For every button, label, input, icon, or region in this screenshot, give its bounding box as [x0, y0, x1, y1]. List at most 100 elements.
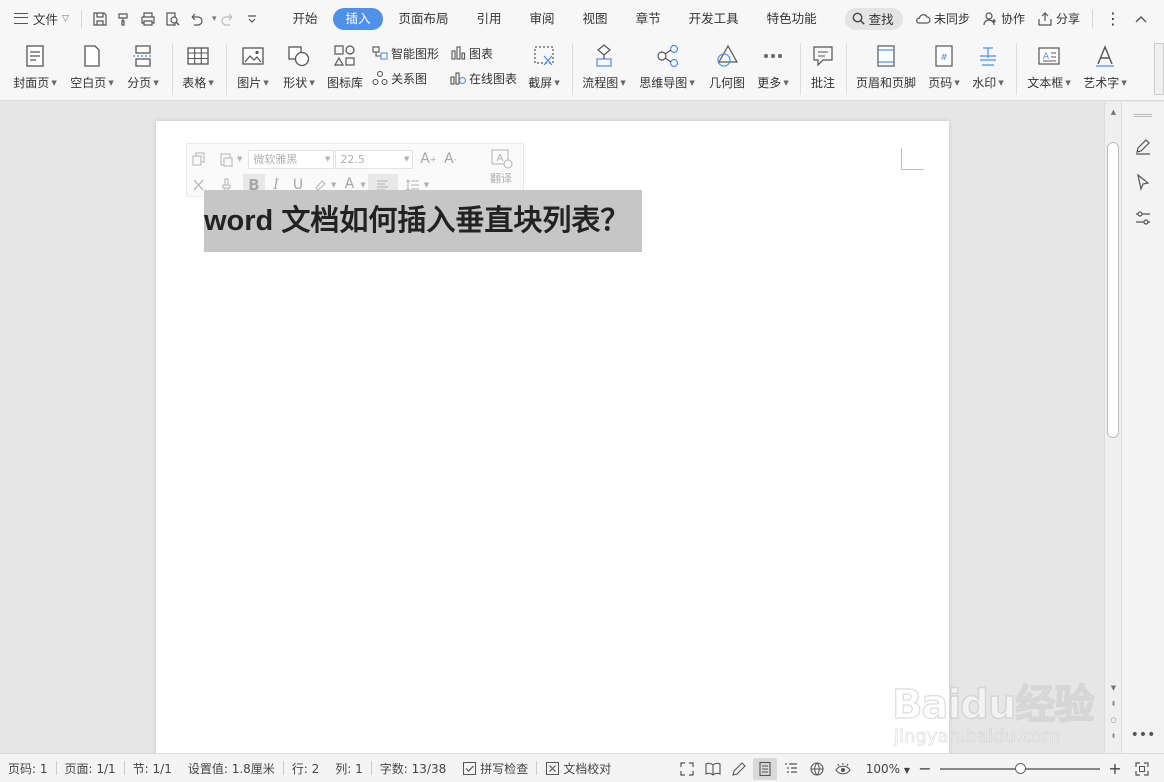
mindmap-button[interactable]: 思维导图 ▼ — [636, 37, 698, 101]
online-chart-label: 在线图表 — [469, 71, 518, 86]
page-number-button[interactable]: # 页码 ▼ — [924, 37, 964, 101]
search-label: 查找 — [868, 12, 894, 27]
print-icon[interactable] — [136, 6, 160, 32]
tab-0[interactable]: 开始 — [280, 8, 329, 30]
scroll-up-arrow[interactable]: ▲ — [1105, 106, 1122, 118]
cover-page-button[interactable]: 封面页 ▼ — [8, 37, 62, 101]
blank-page-button[interactable]: 空白页 ▼ — [66, 37, 118, 101]
chart-button[interactable]: 图表 — [450, 43, 493, 63]
tab-1[interactable]: 插入 — [333, 7, 383, 30]
textbox-button[interactable]: A 文本框 ▼ — [1024, 37, 1074, 101]
collab-button[interactable]: 协作 — [982, 10, 1025, 27]
tab-2[interactable]: 页面布局 — [387, 8, 461, 30]
more-options-icon[interactable]: ⋮ — [1105, 9, 1121, 28]
zoom-out-button[interactable]: − — [916, 759, 934, 778]
page-number-icon: # — [930, 42, 958, 70]
icon-library-label: 图标库 — [326, 76, 363, 90]
document-heading[interactable]: word 文档如何插入垂直块列表？ — [204, 190, 643, 252]
font-size-field[interactable]: 22.5 ▼ — [335, 149, 414, 169]
comment-button[interactable]: 批注 — [806, 37, 840, 101]
shape-button[interactable]: 形状 ▼ — [278, 37, 320, 101]
tab-7[interactable]: 开发工具 — [677, 8, 751, 30]
screenshot-button[interactable]: 截屏 ▼ — [524, 37, 564, 101]
smartart-button[interactable]: 智能图形 — [372, 43, 439, 63]
wordart-button[interactable]: 艺术字 ▼ — [1080, 37, 1130, 101]
vertical-scrollbar[interactable]: ▲ ▼ ⇞ ○ ⇟ — [1104, 102, 1121, 753]
divider — [226, 43, 227, 95]
outline-view-icon[interactable] — [779, 758, 803, 780]
print-preview-icon[interactable] — [160, 6, 184, 32]
tab-5[interactable]: 视图 — [571, 8, 620, 30]
more-insert-button[interactable]: 更多 ▼ — [754, 37, 792, 101]
ribbon-scroll-right[interactable] — [1154, 43, 1164, 95]
proofread-button[interactable]: 文档校对 — [537, 754, 619, 782]
undo-icon[interactable] — [184, 6, 208, 32]
zoom-level[interactable]: 100% ▼ — [866, 762, 910, 776]
status-page[interactable]: 页面: 1/1 — [57, 754, 124, 782]
ribbon-tabs: 开始 插入 页面布局 引用 审阅 视图 章节 开发工具 特色功能 — [280, 7, 832, 30]
watermark-button[interactable]: 水印 ▼ — [968, 37, 1008, 101]
redo-icon[interactable] — [216, 6, 240, 32]
comment-label: 批注 — [810, 76, 835, 90]
collapse-ribbon-icon[interactable] — [1133, 11, 1152, 27]
settings-sliders-icon[interactable] — [1132, 207, 1154, 229]
tab-6[interactable]: 章节 — [624, 8, 673, 30]
prev-page-icon[interactable]: ⇞ — [1105, 698, 1122, 710]
browse-object-icon[interactable]: ○ — [1105, 714, 1122, 726]
file-menu-button[interactable]: 文件 ▽ — [0, 6, 75, 32]
page-view-icon[interactable] — [752, 757, 777, 780]
spellcheck-button[interactable]: 拼写检查 — [454, 754, 536, 782]
translate-button[interactable]: A 翻译 — [485, 148, 517, 192]
status-setting[interactable]: 设置值: 1.8厘米 — [180, 754, 283, 782]
sync-button[interactable]: 未同步 — [915, 10, 970, 27]
fit-window-icon[interactable] — [1130, 758, 1154, 780]
web-view-icon[interactable] — [805, 758, 829, 780]
cover-page-label: 封面页 — [13, 76, 50, 90]
page-number-label: 页码 — [928, 76, 953, 90]
select-cursor-icon[interactable] — [1132, 171, 1154, 193]
tab-8[interactable]: 特色功能 — [755, 8, 829, 30]
search-button[interactable]: 查找 — [844, 7, 903, 30]
flowchart-button[interactable]: 流程图 ▼ — [578, 37, 630, 101]
geometry-button[interactable]: 几何图 — [704, 37, 750, 101]
reading-mode-icon[interactable] — [701, 758, 725, 780]
tab-4[interactable]: 审阅 — [518, 8, 567, 30]
status-wordcount[interactable]: 字数: 13/38 — [372, 754, 454, 782]
more-options-icon[interactable]: ••• — [1131, 724, 1156, 746]
relation-chart-button[interactable]: 关系图 — [372, 68, 427, 88]
online-chart-button[interactable]: 在线图表 — [450, 68, 517, 88]
status-row[interactable]: 行: 2 — [284, 754, 328, 782]
scroll-thumb[interactable] — [1107, 142, 1119, 438]
increase-font-size-icon[interactable]: A + — [417, 148, 439, 170]
customize-toolbar-icon[interactable] — [240, 6, 264, 32]
status-section[interactable]: 节: 1/1 — [125, 754, 180, 782]
scroll-down-arrow[interactable]: ▼ — [1105, 682, 1122, 694]
zoom-slider-handle[interactable] — [1014, 762, 1026, 774]
font-name-field[interactable]: 微软雅黑 ▼ — [248, 149, 335, 169]
picture-button[interactable]: 图片 ▼ — [232, 37, 274, 101]
eye-protection-icon[interactable] — [831, 758, 855, 780]
edit-mode-icon[interactable] — [727, 758, 751, 780]
icon-library-button[interactable]: 图标库 — [324, 37, 366, 101]
paste-icon[interactable] — [215, 148, 237, 170]
tab-3[interactable]: 引用 — [465, 8, 514, 30]
document-page[interactable]: ▼ 微软雅黑 ▼ 22.5 ▼ A + A- B I U ▼ A ▼ ▼ A 翻… — [156, 121, 949, 753]
copy-icon[interactable] — [187, 148, 209, 170]
next-page-icon[interactable]: ⇟ — [1105, 730, 1122, 742]
zoom-in-button[interactable]: + — [1106, 759, 1124, 778]
page-break-button[interactable]: 分页 ▼ — [122, 37, 164, 101]
share-button[interactable]: 分享 — [1037, 10, 1080, 27]
status-page-code[interactable]: 页码: 1 — [0, 754, 56, 782]
zoom-slider[interactable] — [940, 762, 1100, 774]
decrease-font-size-icon[interactable]: A- — [439, 148, 461, 170]
margin-corner-mark — [901, 148, 924, 170]
status-col[interactable]: 列: 1 — [327, 754, 371, 782]
header-footer-icon — [872, 42, 900, 70]
pen-icon[interactable] — [1132, 135, 1154, 157]
mindmap-label: 思维导图 — [639, 76, 688, 90]
format-painter-icon[interactable] — [112, 6, 136, 32]
fullscreen-icon[interactable] — [675, 758, 699, 780]
save-icon[interactable] — [88, 6, 112, 32]
table-button[interactable]: 表格 ▼ — [178, 37, 218, 101]
header-footer-button[interactable]: 页眉和页脚 — [854, 37, 918, 101]
